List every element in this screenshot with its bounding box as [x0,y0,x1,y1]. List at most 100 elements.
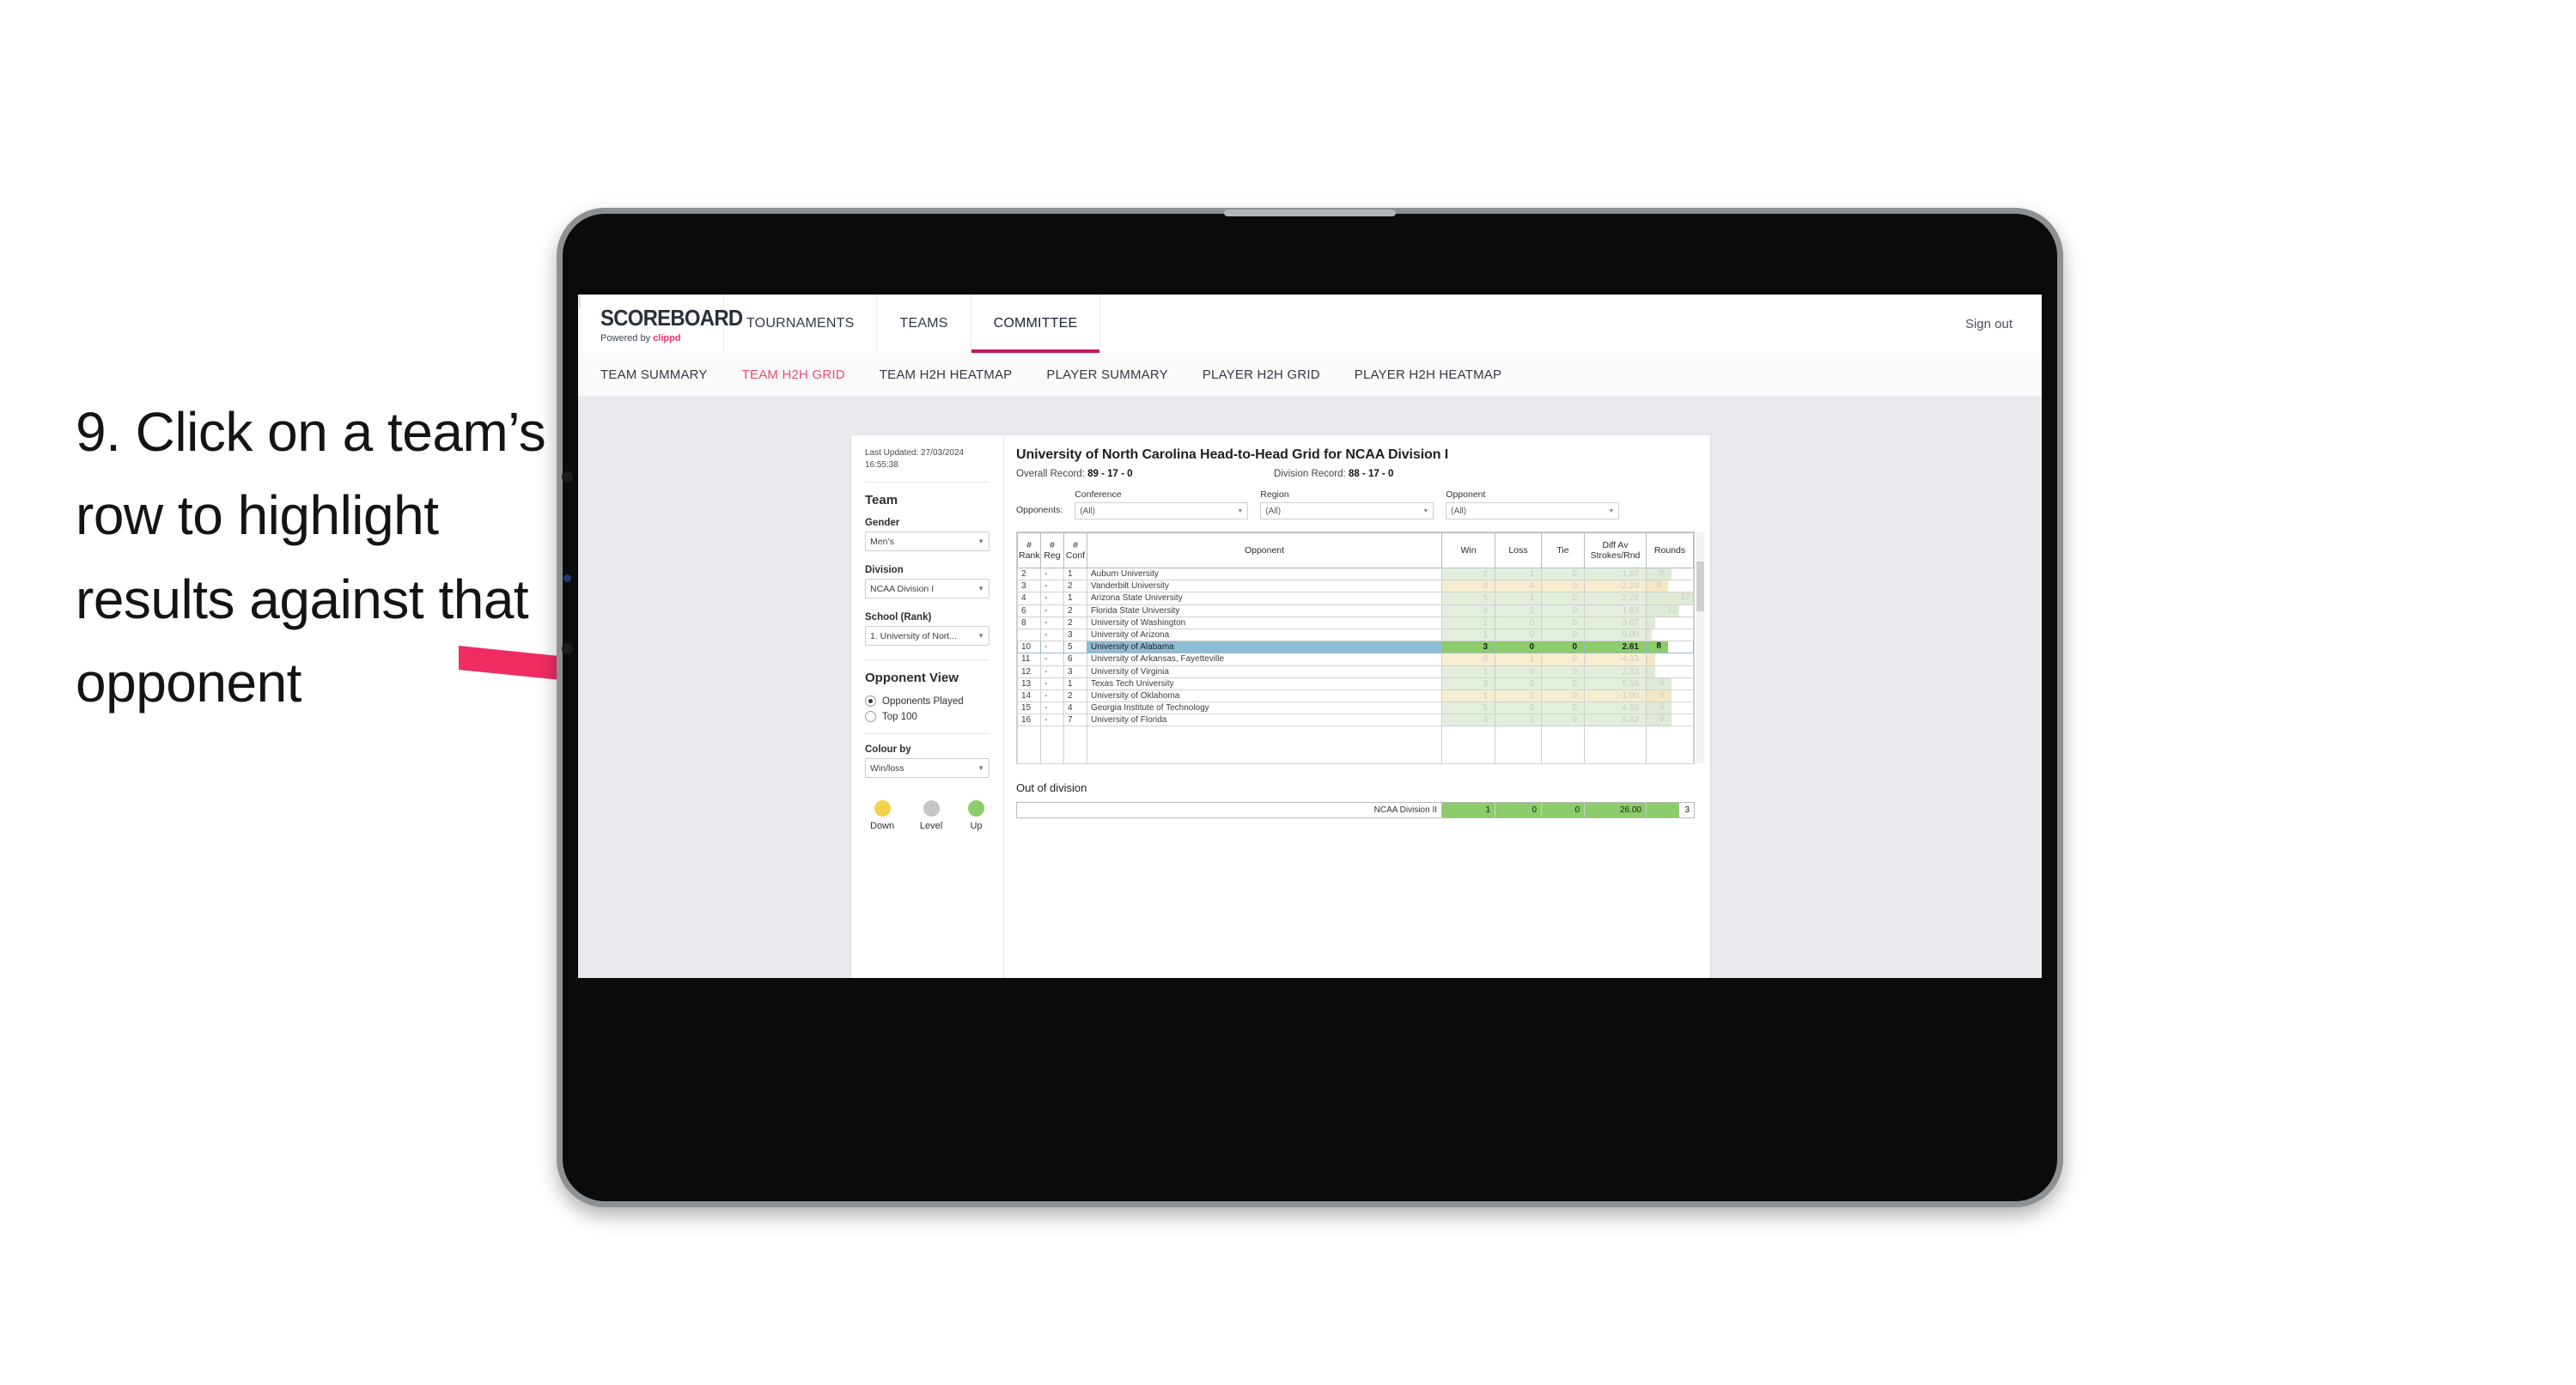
table-row[interactable]: -3University of Arizona1009.002 [1017,628,1694,642]
opponent-filters: Opponents: Conference (All) ▼ Region (Al… [1016,489,1695,519]
filter-conference-value: (All) [1080,506,1096,516]
cell-empty [1441,750,1495,763]
table-row-empty [1017,738,1694,751]
tab-team-h2h-grid[interactable]: TEAM H2H GRID [742,368,845,382]
table-row[interactable]: 14-2 University of Oklahoma 1 2 0 -1.00 9 [1017,689,1694,703]
table-row[interactable]: 8-2University of Washington1003.673 [1017,616,1694,629]
filter-conference-label: Conference [1075,489,1122,500]
school-value: 1. University of Nort... [870,630,957,641]
cell-loss: 2 [1495,689,1542,703]
cell-tie: 0 [1541,714,1585,727]
cell-rank: 6 [1017,604,1041,617]
cell-opponent: Vanderbilt University [1087,580,1442,593]
table-scrollbar-thumb[interactable] [1696,562,1704,611]
signout-link[interactable]: Sign out [1965,317,2013,331]
filter-opponent: Opponent (All) ▼ [1446,489,1620,519]
tab-player-h2h-heatmap[interactable]: PLAYER H2H HEATMAP [1355,368,1501,382]
cell-conf: 3 [1063,628,1087,642]
divider [865,733,990,734]
school-select[interactable]: 1. University of Nort... ▼ [865,626,990,646]
cell-tie: 0 [1541,592,1585,605]
col-loss[interactable]: Loss [1495,532,1542,568]
col-rounds[interactable]: Rounds [1646,532,1694,568]
cell-win: 2 [1441,567,1495,581]
filter-conference-select[interactable]: (All) ▼ [1075,502,1249,519]
cell-tie: 0 [1541,653,1585,666]
division-select[interactable]: NCAA Division I ▼ [865,579,990,598]
radio-opponents-played[interactable]: Opponents Played [865,696,990,707]
cell-tie: 0 [1541,616,1585,629]
colour-legend: Down Level Up [865,800,990,831]
cell-diff: 1.83 [1584,604,1647,617]
cell-empty [1646,738,1694,751]
col-diff[interactable]: Diff Av Strokes/Rnd [1584,532,1647,568]
tab-player-summary[interactable]: PLAYER SUMMARY [1046,368,1167,382]
gender-label: Gender [865,518,900,528]
table-row[interactable]: 10-5 University of Alabama 3 0 0 2.61 8 [1017,641,1694,654]
cell-loss: 0 [1495,628,1542,642]
col-win[interactable]: Win [1441,532,1495,568]
table-row[interactable]: 16-7 University of Florida 3 1 0 6.62 9 [1017,714,1694,727]
cell-rounds: 2 [1646,628,1694,642]
cell-win: 0 [1441,653,1495,666]
cell-win: 3 [1441,641,1495,654]
filter-opponent-select[interactable]: (All) ▼ [1446,502,1620,519]
cell-empty [1541,726,1585,739]
radio-top-100[interactable]: Top 100 [865,711,990,722]
nav-tournaments[interactable]: TOURNAMENTS [724,295,878,353]
table-row[interactable]: 4-1 Arizona State University 5 1 0 2.28 17 [1017,592,1694,605]
legend-label-level: Level [919,821,943,831]
table-row[interactable]: 2-1 Auburn University 2 1 0 1.67 9 [1017,567,1694,581]
gender-select[interactable]: Men’s ▼ [865,532,990,551]
division-label: Division [865,565,904,575]
cell-conf: 1 [1063,592,1087,605]
cell-reg: - [1040,714,1064,727]
table-row[interactable]: 15-4 Georgia Institute of Technology 5 0 0 4.… [1017,702,1694,715]
filter-region-label: Region [1260,489,1289,500]
nav-committee[interactable]: COMMITTEE [971,295,1101,353]
cell-rank: 2 [1017,567,1041,581]
ood-rounds: 3 [1684,805,1690,815]
col-opponent[interactable]: Opponent [1087,532,1442,568]
cell-rounds: 12 [1646,604,1694,617]
table-row[interactable]: 3-2 Vanderbilt University 0 4 0 -2.29 8 [1017,580,1694,593]
nav-teams[interactable]: TEAMS [877,295,971,353]
table-row[interactable]: 12-3University of Virginia1002.333 [1017,665,1694,678]
cell-rounds: 9 [1646,677,1694,690]
cell-empty [1040,750,1064,763]
division-record: Division Record: 88 - 17 - 0 [1274,469,1393,479]
out-of-division-row[interactable]: NCAA Division II 1 0 0 26.00 3 [1016,801,1695,818]
overall-record: Overall Record: 89 - 17 - 0 [1016,469,1274,479]
cell-empty [1017,750,1041,763]
cell-empty [1040,738,1064,751]
cell-empty [1087,750,1442,763]
col-conf[interactable]: # Conf [1063,532,1087,568]
ood-name: NCAA Division II [1017,802,1442,817]
table-row[interactable]: 6-2 Florida State University 4 2 0 1.83 12 [1017,604,1694,617]
col-tie[interactable]: Tie [1541,532,1585,568]
cell-rounds: 3 [1646,616,1694,629]
colour-by-select[interactable]: Win/loss ▼ [865,758,990,778]
tab-team-h2h-heatmap[interactable]: TEAM H2H HEATMAP [880,368,1013,382]
tab-player-h2h-grid[interactable]: PLAYER H2H GRID [1203,368,1320,382]
table-row[interactable]: 11-6 University of Arkansas, Fayetteville… [1017,653,1694,666]
divider [865,482,990,483]
legend-dot-down [874,800,891,817]
cell-rank: 14 [1017,689,1041,703]
table-row[interactable]: 13-1 Texas Tech University 3 0 0 5.56 9 [1017,677,1694,690]
tab-team-summary[interactable]: TEAM SUMMARY [600,368,708,382]
cell-tie: 0 [1541,604,1585,617]
ood-tie: 0 [1542,802,1585,817]
out-of-division-title: Out of division [1016,781,1087,794]
col-loss-label: Loss [1508,544,1528,556]
cell-opponent: University of Oklahoma [1087,689,1442,703]
cell-tie: 0 [1541,665,1585,678]
brand-name: SCOREBOARD [600,304,743,331]
col-reg[interactable]: # Reg [1040,532,1064,568]
col-rank[interactable]: # Rank [1017,532,1041,568]
cell-empty [1584,750,1647,763]
cell-diff: 2.33 [1584,665,1647,678]
secondary-nav: TEAM SUMMARY TEAM H2H GRID TEAM H2H HEAT… [578,353,2042,397]
filter-region-select[interactable]: (All) ▼ [1260,502,1434,519]
legend-up: Up [967,800,984,831]
